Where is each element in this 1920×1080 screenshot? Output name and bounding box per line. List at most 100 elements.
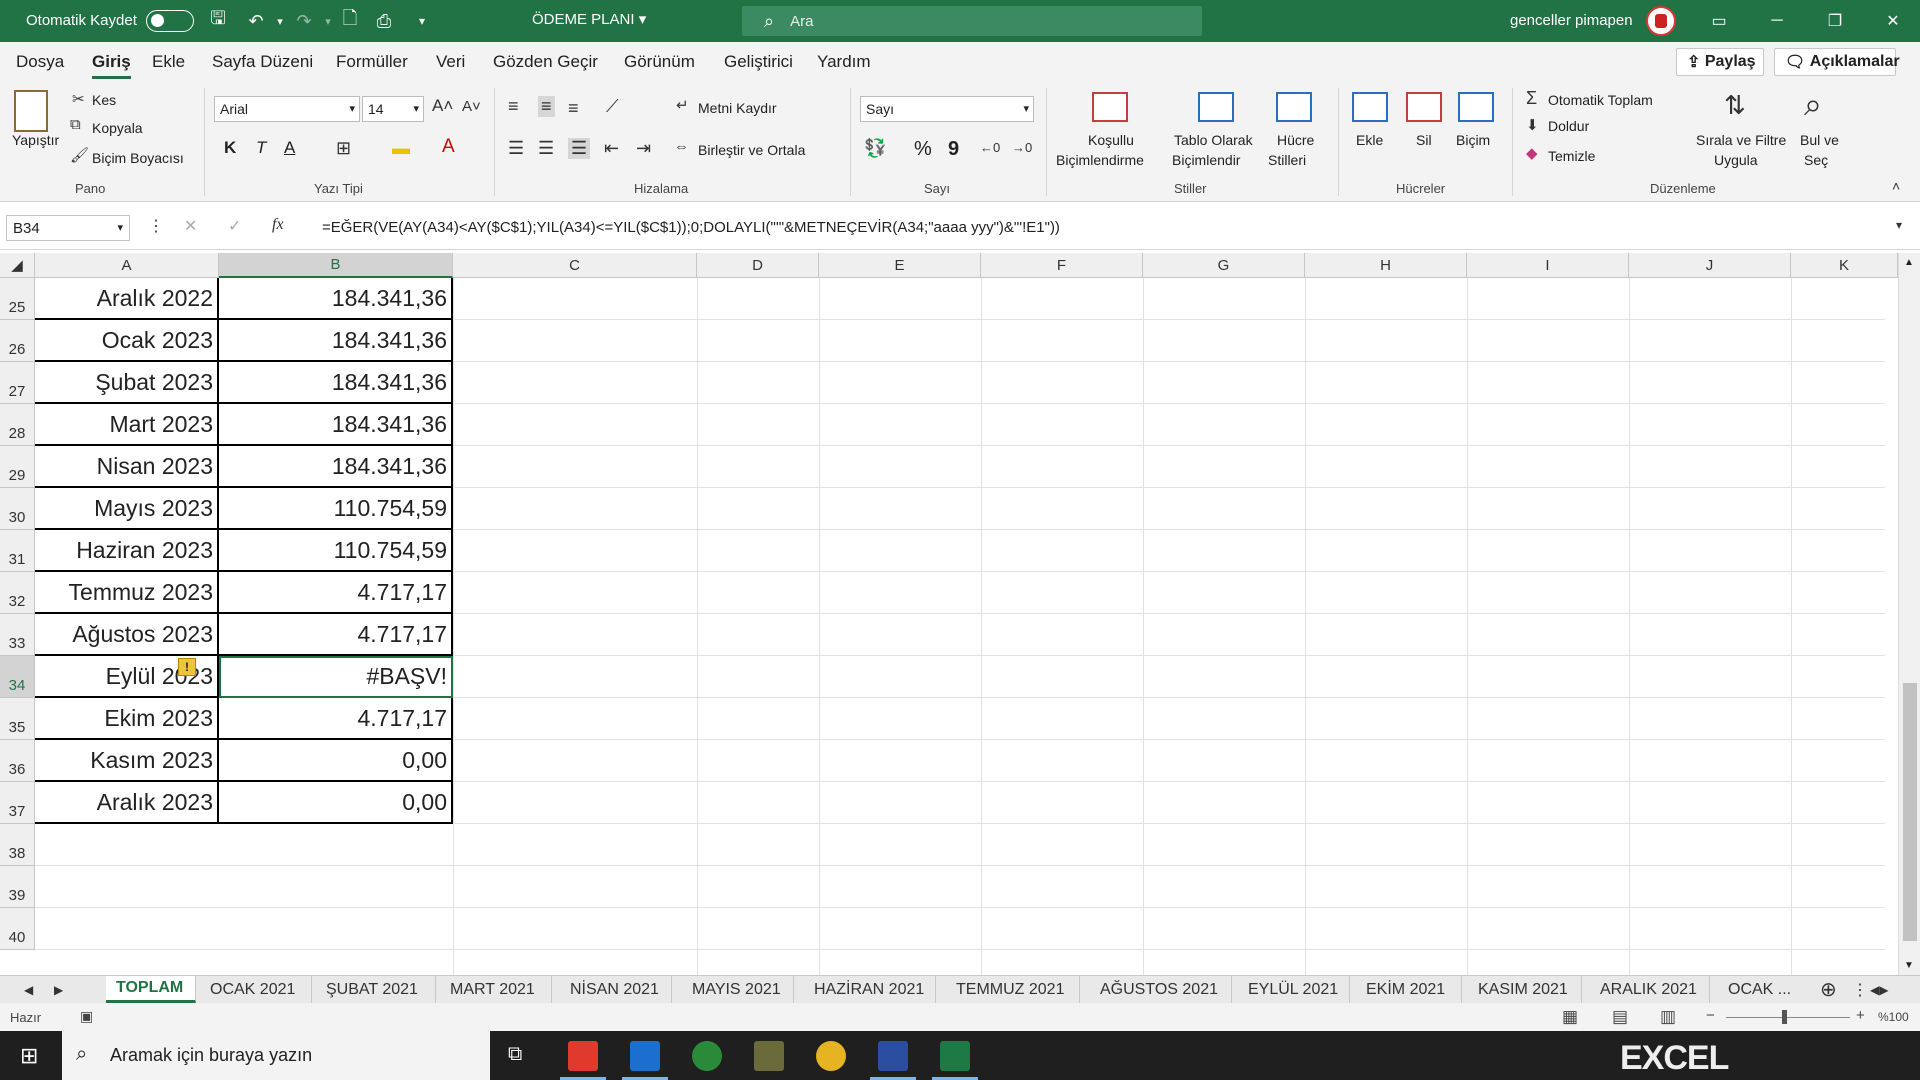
save-icon[interactable]: 🖫 [206,8,230,33]
row-header[interactable]: 28 [0,404,35,446]
page-layout-icon[interactable]: ▤ [1612,1007,1628,1027]
autosum-button[interactable]: Otomatik Toplam [1548,92,1653,108]
column-header-a[interactable]: A [35,253,219,278]
collapse-ribbon-icon[interactable]: ˄ [1892,178,1900,194]
cell-b29[interactable]: 184.341,36 [219,446,453,488]
column-header-d[interactable]: D [697,253,819,278]
zoom-in-icon[interactable]: + [1856,1007,1865,1024]
align-center-icon[interactable]: ☰ [538,138,554,159]
customize-qat-icon[interactable]: ▾ [410,9,434,33]
app-icon[interactable] [754,1041,784,1071]
row-header[interactable]: 35 [0,698,35,740]
row-header[interactable]: 27 [0,362,35,404]
more-options-icon[interactable]: ⋮ [148,216,164,236]
column-header-j[interactable]: J [1629,253,1791,278]
restore-icon[interactable]: ❐ [1812,0,1858,42]
column-header-g[interactable]: G [1143,253,1305,278]
column-header-i[interactable]: I [1467,253,1629,278]
row-header[interactable]: 32 [0,572,35,614]
avatar[interactable] [1646,6,1676,36]
fill-color-icon[interactable]: ▬ [392,138,410,159]
fill-button[interactable]: Doldur [1548,118,1589,134]
underline-button[interactable]: A [284,138,295,158]
sheet-tab[interactable]: MAYIS 2021 [682,976,794,1003]
increase-decimal-icon[interactable]: ←0 [980,140,1000,155]
tab-giris[interactable]: Giriş [92,52,131,79]
undo-dropdown-icon[interactable]: ▾ [268,9,292,33]
increase-indent-icon[interactable]: ⇥ [636,138,651,159]
tab-dosya[interactable]: Dosya [16,52,64,72]
tab-yardim[interactable]: Yardım [817,52,871,72]
app-icon[interactable] [560,1041,606,1080]
cell-a30[interactable]: Mayıs 2023 [35,488,219,530]
row-header[interactable]: 38 [0,824,35,866]
align-middle-icon[interactable]: ≡ [538,96,555,117]
row-header[interactable]: 25 [0,278,35,320]
chrome-icon[interactable] [816,1041,846,1071]
sheet-tab[interactable]: ARALIK 2021 [1590,976,1710,1003]
excel-icon[interactable] [932,1041,978,1080]
cell-b25[interactable]: 184.341,36 [219,278,453,320]
column-header-e[interactable]: E [819,253,981,278]
sheet-tab[interactable]: OCAK ... [1718,976,1808,1003]
cell-a25[interactable]: Aralık 2022 [35,278,219,320]
italic-button[interactable]: T [256,138,266,158]
redo-dropdown-icon[interactable]: ▾ [316,9,340,33]
sheet-tab[interactable]: EYLÜL 2021 [1238,976,1350,1003]
user-name[interactable]: genceller pimapen [1510,12,1633,29]
tab-ekle[interactable]: Ekle [152,52,185,72]
decrease-decimal-icon[interactable]: →0 [1012,140,1032,155]
cell-a35[interactable]: Ekim 2023 [35,698,219,740]
tab-gorunum[interactable]: Görünüm [624,52,695,72]
cell-a29[interactable]: Nisan 2023 [35,446,219,488]
row-header[interactable]: 33 [0,614,35,656]
scroll-down-icon[interactable]: ▼ [1904,960,1914,971]
cell-b36[interactable]: 0,00 [219,740,453,782]
sheet-tab[interactable]: HAZİRAN 2021 [804,976,936,1003]
font-family-select[interactable]: Arial ▾ [214,96,360,122]
tab-veri[interactable]: Veri [436,52,465,72]
merge-center-button[interactable]: Birleştir ve Ortala [698,142,805,158]
enter-icon[interactable]: ✓ [228,216,241,236]
close-icon[interactable]: ✕ [1870,0,1916,42]
app-icon[interactable] [870,1041,916,1080]
name-box[interactable]: B34 ▾ [6,215,130,241]
tab-sayfa-duzeni[interactable]: Sayfa Düzeni [212,52,313,72]
cancel-icon[interactable]: ✕ [184,216,197,236]
row-header[interactable]: 36 [0,740,35,782]
row-header[interactable]: 39 [0,866,35,908]
search-box[interactable]: ⌕ Ara [742,6,1202,36]
sheet-tab[interactable]: AĞUSTOS 2021 [1090,976,1232,1003]
autosave-toggle[interactable] [146,10,194,32]
minimize-icon[interactable]: ─ [1754,0,1800,42]
tab-gelistirici[interactable]: Geliştirici [724,52,793,72]
cell-a28[interactable]: Mart 2023 [35,404,219,446]
zoom-level[interactable]: %100 [1878,1010,1909,1024]
cell-a36[interactable]: Kasım 2023 [35,740,219,782]
zoom-out-icon[interactable]: − [1706,1007,1715,1024]
border-icon[interactable]: ⊞ [336,138,351,159]
cell-b32[interactable]: 4.717,17 [219,572,453,614]
decrease-font-icon[interactable]: A˅ [462,98,481,115]
scroll-up-icon[interactable]: ▲ [1904,257,1914,268]
taskbar-search[interactable]: ⌕ Aramak için buraya yazın [62,1031,490,1080]
next-sheet-icon[interactable]: ▶ [44,976,73,1003]
app-icon[interactable] [692,1041,722,1071]
cell-a37[interactable]: Aralık 2023 [35,782,219,824]
row-header[interactable]: 40 [0,908,35,950]
sheet-tab[interactable]: EKİM 2021 [1356,976,1462,1003]
vertical-scrollbar[interactable]: ▲ ▼ [1898,253,1920,975]
cell-a27[interactable]: Şubat 2023 [35,362,219,404]
hscroll-left-icon[interactable]: ◀▶ [1860,976,1898,1003]
align-top-icon[interactable]: ≡ [508,96,519,117]
cell-b31[interactable]: 110.754,59 [219,530,453,572]
cell-b27[interactable]: 184.341,36 [219,362,453,404]
clear-button[interactable]: Temizle [1548,148,1595,164]
ribbon-display-icon[interactable]: ▭ [1696,0,1742,42]
cell-b35[interactable]: 4.717,17 [219,698,453,740]
sheet-tab[interactable]: ŞUBAT 2021 [316,976,436,1003]
cell-b38[interactable] [219,824,453,825]
cell-b26[interactable]: 184.341,36 [219,320,453,362]
comma-style-button[interactable]: 9 [948,138,959,161]
comments-button[interactable]: 🗨 Açıklamalar [1774,48,1900,76]
